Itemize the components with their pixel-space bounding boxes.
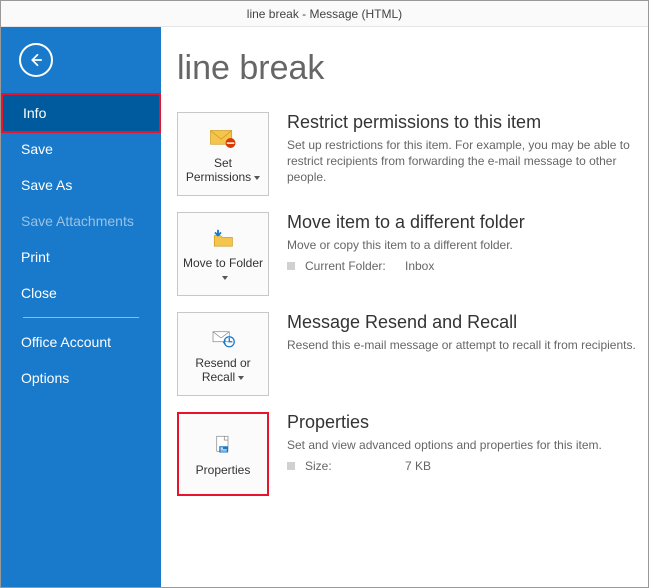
page-title: line break [177,49,648,88]
nav-divider [23,317,139,318]
section-meta: Current Folder: Inbox [287,259,648,273]
nav-item-save[interactable]: Save [1,131,161,167]
nav-label: Close [21,285,57,301]
section-properties: Properties Properties Set and view advan… [177,412,648,496]
tile-label: Move to Folder [178,257,268,285]
section-move-folder: Move to Folder Move item to a different … [177,212,648,296]
chevron-down-icon [235,370,244,384]
app-window: line break - Message (HTML) Info Save Sa… [0,0,649,588]
bullet-icon [287,462,295,470]
nav-item-close[interactable]: Close [1,275,161,311]
nav-item-info[interactable]: Info [1,93,161,133]
backstage-sidebar: Info Save Save As Save Attachments Print… [1,27,161,587]
nav-item-office-account[interactable]: Office Account [1,324,161,360]
nav-label: Save [21,141,53,157]
chevron-down-icon [219,270,228,284]
chevron-down-icon [251,170,260,184]
meta-label: Size: [305,459,395,473]
tile-label: Resend or Recall [178,357,268,385]
tile-resend-recall[interactable]: Resend or Recall [177,312,269,396]
nav-label: Print [21,249,50,265]
arrow-left-icon [27,51,45,69]
tile-label: Properties [192,464,255,478]
section-heading: Move item to a different folder [287,212,648,233]
section-restrict-permissions: Set Permissions Restrict permissions to … [177,112,648,196]
nav-label: Info [23,105,46,121]
section-desc: Move item to a different folder Move or … [287,212,648,273]
nav-footer: Office Account Options [1,324,161,396]
nav-label: Save Attachments [21,213,134,229]
section-meta: Size: 7 KB [287,459,648,473]
section-body: Resend this e-mail message or attempt to… [287,337,648,353]
document-properties-icon [208,430,238,460]
envelope-blocked-icon [208,123,238,153]
meta-label: Current Folder: [305,259,395,273]
bullet-icon [287,262,295,270]
nav-label: Options [21,370,69,386]
resend-recall-icon [208,323,238,353]
section-body: Set up restrictions for this item. For e… [287,137,648,186]
meta-value: 7 KB [405,459,431,473]
section-desc: Message Resend and Recall Resend this e-… [287,312,648,353]
back-button[interactable] [19,43,53,77]
nav-item-print[interactable]: Print [1,239,161,275]
meta-value: Inbox [405,259,434,273]
section-desc: Restrict permissions to this item Set up… [287,112,648,186]
tile-label: Set Permissions [178,157,268,185]
section-heading: Message Resend and Recall [287,312,648,333]
window-title: line break - Message (HTML) [247,7,402,21]
tile-set-permissions[interactable]: Set Permissions [177,112,269,196]
tile-properties[interactable]: Properties [177,412,269,496]
nav-item-save-attachments: Save Attachments [1,203,161,239]
section-desc: Properties Set and view advanced options… [287,412,648,473]
section-resend-recall: Resend or Recall Message Resend and Reca… [177,312,648,396]
section-heading: Restrict permissions to this item [287,112,648,133]
nav-list: Info Save Save As Save Attachments Print… [1,95,161,311]
title-bar: line break - Message (HTML) [1,1,648,27]
nav-label: Office Account [21,334,111,350]
nav-item-save-as[interactable]: Save As [1,167,161,203]
section-body: Move or copy this item to a different fo… [287,237,648,253]
folder-move-icon [208,223,238,253]
app-body: Info Save Save As Save Attachments Print… [1,27,648,587]
main-pane: line break Set Permissions Restrict perm… [161,27,648,587]
tile-move-to-folder[interactable]: Move to Folder [177,212,269,296]
nav-item-options[interactable]: Options [1,360,161,396]
section-body: Set and view advanced options and proper… [287,437,648,453]
nav-label: Save As [21,177,72,193]
section-heading: Properties [287,412,648,433]
